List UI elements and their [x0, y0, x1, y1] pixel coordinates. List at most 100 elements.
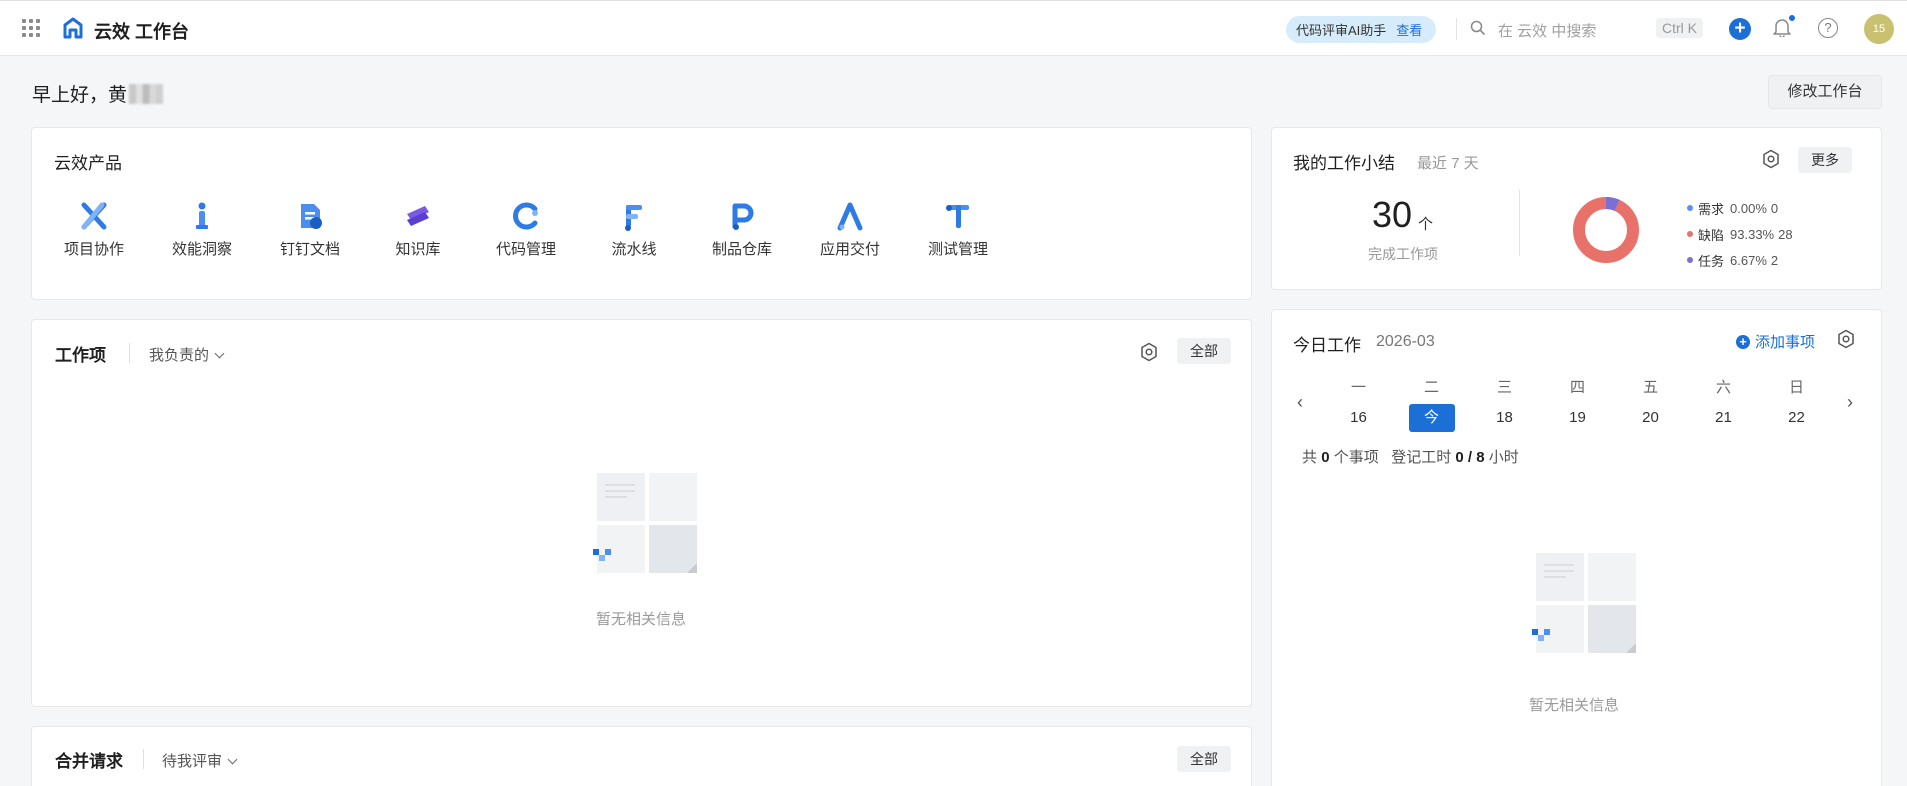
artifact-icon	[724, 198, 760, 234]
stats-hours-label: 登记工时	[1391, 449, 1452, 466]
calendar-day[interactable]: 二今	[1395, 376, 1468, 432]
merge-requests-all-button[interactable]: 全部	[1177, 746, 1231, 772]
day-number[interactable]: 22	[1774, 404, 1820, 432]
test-icon	[940, 198, 976, 234]
product-label: 钉钉文档	[279, 241, 340, 258]
products-title: 云效产品	[54, 154, 122, 173]
ai-assistant-label: 代码评审AI助手	[1296, 23, 1387, 38]
logo-icon[interactable]	[62, 17, 84, 39]
product-label: 制品仓库	[711, 241, 772, 258]
filter-label: 我负责的	[149, 347, 210, 364]
filter-label: 待我评审	[162, 753, 223, 770]
product-label: 项目协作	[63, 241, 124, 258]
divider	[1456, 18, 1457, 40]
day-number[interactable]: 21	[1701, 404, 1747, 432]
stats-hours: 0 / 8	[1455, 449, 1485, 466]
calendar-day[interactable]: 四 19	[1541, 376, 1614, 432]
weekday-label: 三	[1496, 379, 1512, 396]
work-items-filter-dropdown[interactable]: 我负责的	[149, 344, 225, 365]
stats-unit: 小时	[1488, 449, 1519, 466]
product-label: 代码管理	[495, 241, 556, 258]
notification-dot	[1788, 14, 1796, 22]
help-icon[interactable]: ?	[1818, 18, 1838, 38]
legend-item-task: 任务 6.67% 2	[1687, 247, 1793, 273]
legend-dot	[1687, 231, 1693, 237]
merge-requests-card: 合并请求 待我评审 全部	[31, 726, 1252, 786]
add-circle-icon: +	[1736, 334, 1750, 349]
day-number[interactable]: 19	[1555, 404, 1601, 432]
plus-icon[interactable]: +	[1729, 18, 1751, 40]
weekday-label: 五	[1642, 379, 1658, 396]
ai-assistant-view-link[interactable]: 查看	[1396, 20, 1422, 39]
empty-state-illustration	[593, 473, 697, 573]
summary-period: 最近 7 天	[1417, 155, 1479, 172]
ai-assistant-pill[interactable]: 代码评审AI助手 查看	[1286, 16, 1437, 43]
divider	[143, 749, 144, 769]
summary-title: 我的工作小结	[1293, 154, 1395, 173]
today-stats: 共 0 个事项 登记工时 0 / 8 小时	[1302, 446, 1519, 467]
legend-count: 28	[1778, 226, 1793, 242]
search-icon[interactable]	[1470, 20, 1486, 36]
weekday-label: 四	[1569, 379, 1585, 396]
work-items-all-button[interactable]: 全部	[1177, 338, 1231, 364]
insight-icon	[184, 198, 220, 234]
legend-name: 缺陷	[1698, 227, 1725, 243]
product-label: 流水线	[611, 241, 657, 258]
product-test[interactable]: 测试管理	[904, 198, 1012, 259]
product-doc[interactable]: 钉钉文档	[256, 198, 364, 259]
empty-state-text: 暂无相关信息	[596, 611, 687, 628]
avatar[interactable]: 15	[1864, 14, 1894, 44]
calendar-day[interactable]: 三 18	[1468, 376, 1541, 432]
legend-dot	[1687, 205, 1693, 211]
product-label: 效能洞察	[171, 241, 232, 258]
product-knowledge[interactable]: 知识库	[364, 198, 472, 259]
settings-icon[interactable]	[1837, 329, 1855, 349]
apps-grid-icon[interactable]	[22, 19, 40, 37]
brand-title[interactable]: 云效 工作台	[94, 18, 189, 44]
summary-legend: 需求 0.00% 0 缺陷 93.33% 28 任务 6.67% 2	[1687, 195, 1793, 273]
calendar-day[interactable]: 日 22	[1760, 376, 1833, 432]
legend-item-requirement: 需求 0.00% 0	[1687, 195, 1793, 221]
calendar-day[interactable]: 五 20	[1614, 376, 1687, 432]
settings-icon[interactable]	[1762, 149, 1780, 169]
day-number[interactable]: 16	[1336, 404, 1382, 432]
products-card: 云效产品 项目协作 效能洞察 钉钉文档 知识库 代码管理 流水线 制品仓库 应用…	[31, 127, 1252, 300]
summary-more-button[interactable]: 更多	[1798, 147, 1852, 173]
greeting-text: 早上好，黄	[32, 85, 128, 106]
calendar-prev-icon[interactable]: ‹	[1297, 392, 1303, 413]
day-number[interactable]: 20	[1628, 404, 1674, 432]
weekday-label: 一	[1350, 379, 1366, 396]
completed-donut-chart	[1573, 197, 1639, 263]
completed-count: 30	[1372, 194, 1413, 235]
settings-icon[interactable]	[1140, 342, 1158, 362]
weekday-label: 日	[1788, 379, 1804, 396]
product-project[interactable]: 项目协作	[40, 198, 148, 259]
work-items-card: 工作项 我负责的 全部 暂无相关信息	[31, 319, 1252, 707]
chevron-down-icon	[227, 754, 238, 765]
blurred-username	[129, 83, 164, 104]
divider	[1519, 190, 1520, 256]
today-title: 今日工作	[1293, 336, 1361, 355]
product-insight[interactable]: 效能洞察	[148, 198, 256, 259]
day-number[interactable]: 18	[1482, 404, 1528, 432]
today-month: 2026-03	[1376, 333, 1435, 350]
day-number-today[interactable]: 今	[1408, 404, 1455, 432]
search-input[interactable]: 在 云效 中搜索	[1498, 20, 1596, 41]
pipeline-icon	[616, 198, 652, 234]
product-delivery[interactable]: 应用交付	[796, 198, 904, 259]
legend-name: 需求	[1698, 201, 1725, 217]
product-code[interactable]: 代码管理	[472, 198, 580, 259]
product-label: 知识库	[395, 241, 441, 258]
calendar-next-icon[interactable]: ›	[1847, 392, 1853, 413]
add-item-link[interactable]: + 添加事项	[1736, 331, 1815, 352]
product-pipeline[interactable]: 流水线	[580, 198, 688, 259]
edit-workbench-button[interactable]: 修改工作台	[1768, 75, 1882, 109]
legend-count: 2	[1770, 252, 1779, 268]
product-artifact[interactable]: 制品仓库	[688, 198, 796, 259]
legend-pct: 0.00%	[1730, 200, 1767, 216]
today-work-card: 今日工作 2026-03 + 添加事项 ‹ › 一 16 二今 三 18 四 19 五…	[1271, 309, 1882, 786]
calendar-day[interactable]: 六 21	[1687, 376, 1760, 432]
product-label: 应用交付	[819, 241, 880, 258]
calendar-day[interactable]: 一 16	[1322, 376, 1395, 432]
merge-requests-filter-dropdown[interactable]: 待我评审	[162, 750, 238, 771]
